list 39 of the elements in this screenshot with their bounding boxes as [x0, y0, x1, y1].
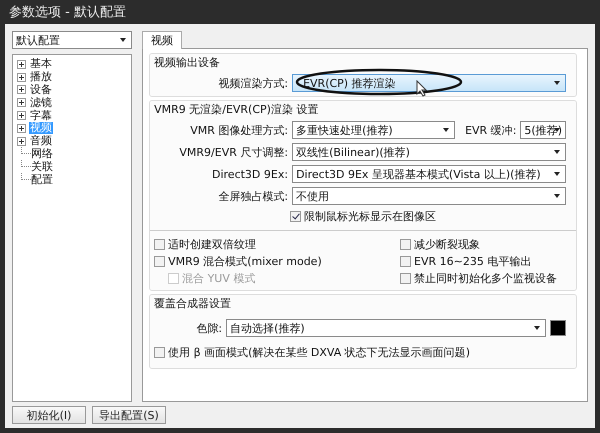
option-dropdown[interactable]: Direct3D 9Ex 呈现器基本模式(Vista 以上)(推荐)	[292, 165, 566, 183]
group-title: VMR9 无渲染/EVR(CP)渲染 设置	[154, 102, 320, 117]
tree-item[interactable]: 滤镜	[29, 96, 53, 109]
tree-item[interactable]: 设备	[29, 84, 53, 96]
window-title: 参数选项 - 默认配置	[9, 4, 126, 21]
field-label: 视频渲染方式:	[217, 76, 288, 90]
dialog-button[interactable]: 初始化(I)	[12, 406, 86, 424]
field-label: VMR9/EVR 尺寸调整:	[178, 144, 288, 160]
image-processing-dropdown[interactable]: 多重快速处理(推荐)	[292, 121, 456, 139]
checkbox-label: VMR9 混合模式(mixer mode)	[168, 254, 322, 269]
field-label: EVR 缓冲:	[465, 122, 516, 138]
option-dropdown[interactable]: 不使用	[292, 187, 566, 205]
color-gap-dropdown[interactable]: 自动选择(推荐)	[226, 319, 546, 337]
renderer-dropdown[interactable]: EVR(CP) 推荐渲染	[292, 74, 566, 92]
tab[interactable]: 视频	[142, 31, 182, 49]
tree-item[interactable]: 关联	[30, 160, 54, 173]
field-label: 色隙:	[195, 320, 222, 336]
tree-item[interactable]: 配置	[30, 174, 54, 186]
group-title: 覆盖合成器设置	[154, 296, 232, 311]
field-label: VMR 图像处理方式:	[189, 122, 288, 138]
tree-item[interactable]: 音频	[29, 135, 53, 148]
tree-item[interactable]: 字幕	[29, 110, 53, 122]
checkbox-label: 减少断裂现象	[414, 237, 480, 252]
group-title: 视频输出设备	[154, 55, 222, 70]
evr-buffer-dropdown[interactable]: 5(推荐)	[520, 121, 566, 139]
field-label: Direct3D 9Ex:	[211, 168, 288, 180]
option-dropdown[interactable]: 双线性(Bilinear)(推荐)	[292, 143, 566, 161]
profile-dropdown[interactable]: 默认配置	[12, 31, 132, 49]
tree-item[interactable]: 基本	[29, 58, 53, 70]
checkbox-label: EVR 16~235 电平输出	[414, 254, 532, 269]
checkbox-label: 使用 β 画面模式(解决在某些 DXVA 状态下无法显示画面问题)	[168, 345, 470, 360]
checkbox-label: 混合 YUV 模式	[182, 271, 256, 286]
checkbox-label: 适时创建双倍纹理	[168, 237, 256, 252]
dialog-button[interactable]: 导出配置(S)	[92, 406, 166, 424]
tree-item[interactable]: 网络	[30, 148, 54, 160]
checkbox-label: 禁止同时初始化多个监视设备	[414, 271, 558, 286]
field-label: 全屏独占模式:	[217, 188, 288, 204]
tree-item[interactable]: 播放	[29, 71, 53, 84]
checkbox-label: 限制鼠标光标显示在图像区	[304, 209, 436, 224]
